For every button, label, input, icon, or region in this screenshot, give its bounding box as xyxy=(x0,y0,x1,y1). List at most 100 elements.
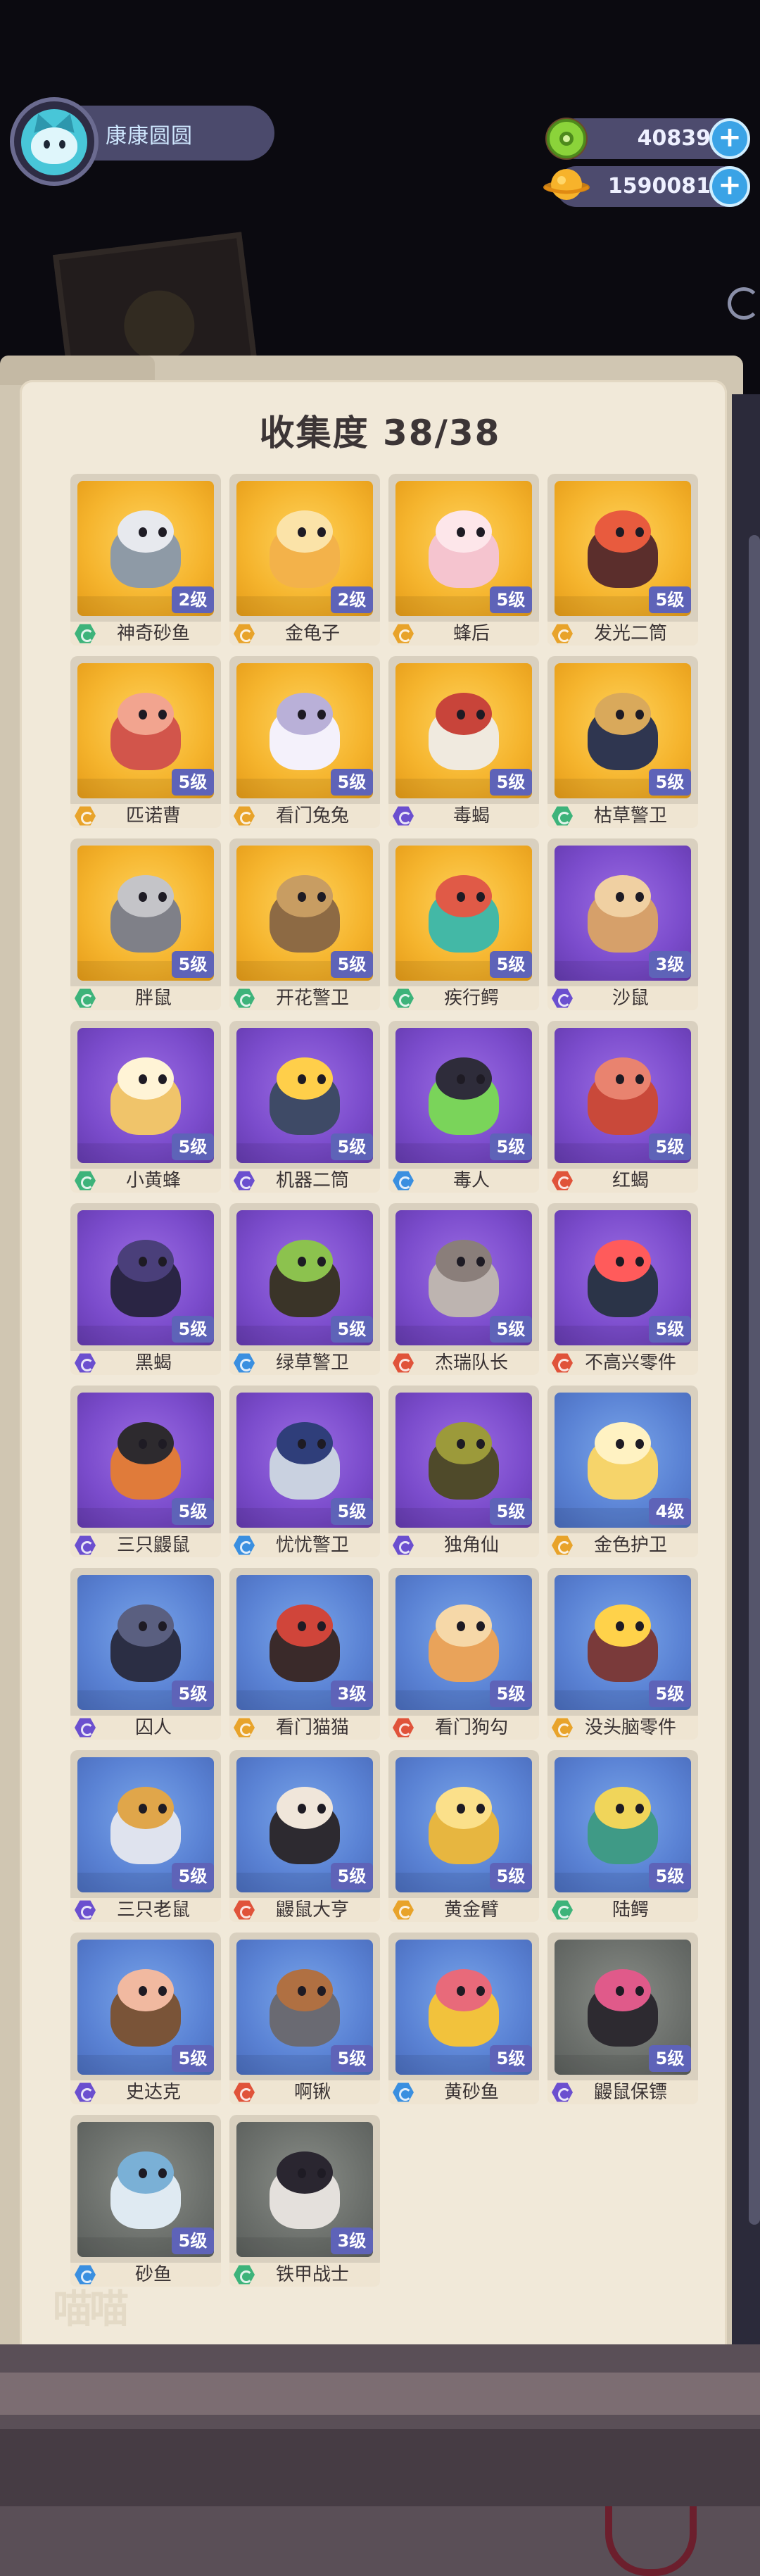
collection-card[interactable]: 5级 黄金臂 xyxy=(388,1750,539,1922)
grass-guard-icon xyxy=(270,1240,340,1317)
collection-card[interactable]: 2级 金龟子 xyxy=(229,474,380,646)
collection-card[interactable]: 3级 看门猫猫 xyxy=(229,1568,380,1740)
add-planet-button[interactable]: + xyxy=(709,166,750,207)
planet-coin-icon xyxy=(542,161,591,210)
level-badge: 4级 xyxy=(649,1498,691,1525)
red-scorpion-icon xyxy=(588,1057,658,1135)
collection-card[interactable]: 5级 鼹鼠保镖 xyxy=(547,1933,698,2104)
level-badge: 5级 xyxy=(649,1863,691,1890)
hay-guard-icon xyxy=(588,693,658,770)
collection-card[interactable]: 5级 枯草警卫 xyxy=(547,656,698,828)
level-badge: 5级 xyxy=(490,951,532,978)
cat-face-icon xyxy=(31,127,77,164)
collection-card[interactable]: 5级 绿草警卫 xyxy=(229,1203,380,1375)
guard-dog-icon xyxy=(429,1604,499,1682)
collection-card[interactable]: 5级 机器二筒 xyxy=(229,1021,380,1193)
level-badge: 5级 xyxy=(649,2045,691,2072)
collection-card[interactable]: 5级 啊锹 xyxy=(229,1933,380,2104)
collection-card[interactable]: 5级 囚人 xyxy=(70,1568,221,1740)
collection-card[interactable]: 5级 陆鳄 xyxy=(547,1750,698,1922)
grumpy-part-icon xyxy=(588,1240,658,1317)
little-wasp-icon xyxy=(110,1057,181,1135)
gear-currency-value: 40839 xyxy=(637,126,711,151)
collection-card[interactable]: 5级 没头脑零件 xyxy=(547,1568,698,1740)
collection-card[interactable]: 5级 鼹鼠大亨 xyxy=(229,1750,380,1922)
level-badge: 5级 xyxy=(331,1133,373,1160)
collection-card[interactable]: 3级 沙鼠 xyxy=(547,838,698,1010)
poison-man-icon xyxy=(429,1057,499,1135)
level-badge: 5级 xyxy=(172,769,214,796)
level-badge: 3级 xyxy=(331,1680,373,1707)
collection-card[interactable]: 5级 蜂后 xyxy=(388,474,539,646)
worried-guard-icon xyxy=(270,1422,340,1500)
collection-card[interactable]: 5级 匹诺曹 xyxy=(70,656,221,828)
collection-card[interactable]: 5级 三只鼹鼠 xyxy=(70,1386,221,1557)
mole-tycoon-icon xyxy=(270,1787,340,1864)
book-bottom-shadow xyxy=(0,2429,760,2506)
brainless-part-icon xyxy=(588,1604,658,1682)
level-badge: 2级 xyxy=(331,586,373,613)
avatar[interactable] xyxy=(21,109,87,175)
level-badge: 5级 xyxy=(490,1316,532,1343)
queen-bee-icon xyxy=(429,510,499,588)
level-badge: 5级 xyxy=(331,769,373,796)
level-badge: 5级 xyxy=(490,586,532,613)
level-badge: 5级 xyxy=(649,586,691,613)
level-badge: 5级 xyxy=(331,1863,373,1890)
golden-beetle-icon xyxy=(270,510,340,588)
collection-card[interactable]: 4级 金色护卫 xyxy=(547,1386,698,1557)
book-bottom-edge xyxy=(0,2344,760,2576)
land-croc-icon xyxy=(588,1787,658,1864)
pickaxe-icon xyxy=(270,1969,340,2047)
collection-card[interactable]: 5级 黑蝎 xyxy=(70,1203,221,1375)
collection-card[interactable]: 3级 铁甲战士 xyxy=(229,2115,380,2287)
collection-card[interactable]: 5级 砂鱼 xyxy=(70,2115,221,2287)
black-scorpion-icon xyxy=(110,1240,181,1317)
player-name: 康康圆圆 xyxy=(106,124,193,149)
three-mice-icon xyxy=(110,1787,181,1864)
collection-card[interactable]: 5级 毒蝎 xyxy=(388,656,539,828)
golden-arm-icon xyxy=(429,1787,499,1864)
collection-card[interactable]: 5级 史达克 xyxy=(70,1933,221,2104)
level-badge: 5级 xyxy=(172,1316,214,1343)
collection-card[interactable]: 5级 胖鼠 xyxy=(70,838,221,1010)
armored-warrior-icon xyxy=(270,2151,340,2229)
side-button-icon[interactable] xyxy=(728,287,760,320)
book-bottom-band xyxy=(0,2373,760,2415)
collection-card[interactable]: 5级 不高兴零件 xyxy=(547,1203,698,1375)
mole-bodyguard-icon xyxy=(588,1969,658,2047)
three-moles-icon xyxy=(110,1422,181,1500)
collection-card[interactable]: 5级 开花警卫 xyxy=(229,838,380,1010)
collection-card[interactable]: 5级 看门兔兔 xyxy=(229,656,380,828)
guard-cat-icon xyxy=(270,1604,340,1682)
fat-rat-icon xyxy=(110,875,181,953)
gear-coin-icon xyxy=(542,114,591,163)
book-right-edge xyxy=(732,394,760,2344)
collection-card[interactable]: 5级 黄砂鱼 xyxy=(388,1933,539,2104)
collection-card[interactable]: 5级 疾行鳄 xyxy=(388,838,539,1010)
level-badge: 3级 xyxy=(331,2228,373,2254)
level-badge: 5级 xyxy=(490,1498,532,1525)
level-badge: 5级 xyxy=(172,951,214,978)
collection-card[interactable]: 5级 红蝎 xyxy=(547,1021,698,1193)
planet-currency-value: 1590081 xyxy=(607,174,711,199)
yellow-sandfish-icon xyxy=(429,1969,499,2047)
collection-card[interactable]: 5级 看门狗勾 xyxy=(388,1568,539,1740)
collection-card[interactable]: 2级 神奇砂鱼 xyxy=(70,474,221,646)
collection-card[interactable]: 5级 忧忧警卫 xyxy=(229,1386,380,1557)
add-gear-button[interactable]: + xyxy=(709,118,750,159)
level-badge: 5级 xyxy=(172,1680,214,1707)
level-badge: 5级 xyxy=(331,1498,373,1525)
level-badge: 5级 xyxy=(172,1133,214,1160)
collection-card[interactable]: 5级 杰瑞队长 xyxy=(388,1203,539,1375)
collection-card[interactable]: 5级 小黄蜂 xyxy=(70,1021,221,1193)
stark-icon xyxy=(110,1969,181,2047)
collection-card[interactable]: 5级 毒人 xyxy=(388,1021,539,1193)
level-badge: 5级 xyxy=(649,1680,691,1707)
collection-card[interactable]: 5级 发光二筒 xyxy=(547,474,698,646)
level-badge: 2级 xyxy=(172,586,214,613)
collection-card[interactable]: 5级 三只老鼠 xyxy=(70,1750,221,1922)
glowing-robot-icon xyxy=(588,510,658,588)
eye-icon xyxy=(44,140,50,149)
collection-card[interactable]: 5级 独角仙 xyxy=(388,1386,539,1557)
